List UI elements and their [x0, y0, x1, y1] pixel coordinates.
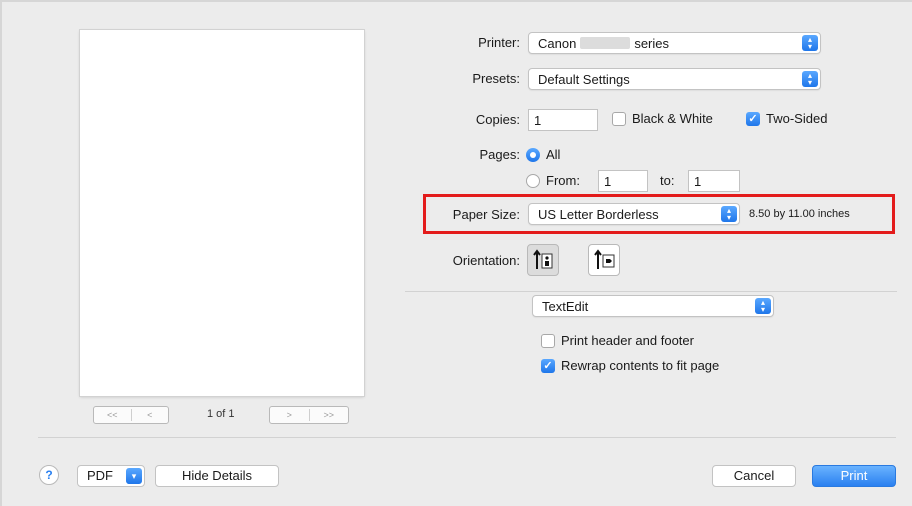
portrait-orientation-button[interactable]	[527, 244, 559, 276]
rewrap-label: Rewrap contents to fit page	[561, 358, 720, 373]
header-footer-label: Print header and footer	[561, 333, 694, 348]
paper-size-popup[interactable]: US Letter Borderless ▴ ▾	[528, 203, 740, 225]
landscape-orientation-button[interactable]	[588, 244, 620, 276]
copies-field[interactable]	[528, 109, 598, 131]
previous-page-icon[interactable]: <	[132, 410, 169, 420]
next-page-icon[interactable]: >	[270, 410, 309, 420]
pdf-menu-button[interactable]: PDF ▾	[77, 465, 145, 487]
section-divider	[405, 291, 897, 292]
presets-popup[interactable]: Default Settings ▴ ▾	[528, 68, 821, 90]
paper-size-label: Paper Size:	[452, 207, 520, 222]
last-page-icon[interactable]: >>	[310, 410, 349, 420]
black-white-label: Black & White	[632, 111, 713, 126]
header-footer-checkbox[interactable]	[541, 334, 555, 348]
footer-divider	[38, 437, 896, 438]
pdf-label: PDF	[87, 468, 113, 483]
printer-label: Printer:	[478, 35, 520, 50]
paper-size-value: US Letter Borderless	[538, 207, 659, 222]
copies-label: Copies:	[475, 112, 520, 127]
black-white-checkbox[interactable]	[612, 112, 626, 126]
section-popup[interactable]: TextEdit ▴ ▾	[532, 295, 774, 317]
pages-from-radio[interactable]	[526, 174, 540, 188]
printer-popup[interactable]: Canon series ▴ ▾	[528, 32, 821, 54]
printer-model-redacted	[580, 37, 631, 49]
pages-to-label: to:	[660, 173, 675, 188]
page-indicator: 1 of 1	[207, 408, 235, 420]
pages-label: Pages:	[479, 147, 520, 162]
pages-from-field[interactable]	[598, 170, 648, 192]
two-sided-checkbox[interactable]: ✓	[746, 112, 760, 126]
pages-to-input[interactable]	[689, 171, 739, 192]
pages-all-radio[interactable]	[526, 148, 540, 162]
cancel-button[interactable]: Cancel	[712, 465, 796, 487]
rewrap-checkbox[interactable]: ✓	[541, 359, 555, 373]
presets-value: Default Settings	[538, 72, 630, 87]
orientation-label: Orientation:	[452, 253, 520, 268]
chevron-down-icon: ▾	[126, 468, 142, 484]
pages-all-label: All	[546, 147, 561, 162]
two-sided-label: Two-Sided	[766, 111, 828, 126]
paper-dimensions: 8.50 by 11.00 inches	[749, 208, 850, 220]
preview-forward-buttons: > >>	[269, 406, 349, 424]
pages-from-label: From:	[546, 173, 580, 188]
section-popup-value: TextEdit	[542, 299, 589, 314]
copies-input[interactable]	[529, 110, 597, 131]
print-button[interactable]: Print	[812, 465, 896, 487]
portrait-orientation-icon	[533, 249, 553, 269]
first-page-icon[interactable]: <<	[94, 410, 131, 420]
popup-stepper-icon: ▴ ▾	[802, 35, 818, 51]
preview-back-buttons: << <	[93, 406, 169, 424]
print-preview-page	[80, 30, 364, 396]
landscape-orientation-icon	[594, 249, 615, 269]
pages-to-field[interactable]	[688, 170, 740, 192]
printer-value: Canon series	[538, 36, 669, 51]
hide-details-button[interactable]: Hide Details	[155, 465, 279, 487]
popup-stepper-icon: ▴ ▾	[721, 206, 737, 222]
popup-stepper-icon: ▴ ▾	[755, 298, 771, 314]
window-top-border	[0, 0, 912, 2]
popup-stepper-icon: ▴ ▾	[802, 71, 818, 87]
help-button[interactable]: ?	[39, 465, 59, 485]
presets-label: Presets:	[472, 71, 520, 86]
pages-from-input[interactable]	[599, 171, 647, 192]
window-left-border	[0, 0, 2, 506]
